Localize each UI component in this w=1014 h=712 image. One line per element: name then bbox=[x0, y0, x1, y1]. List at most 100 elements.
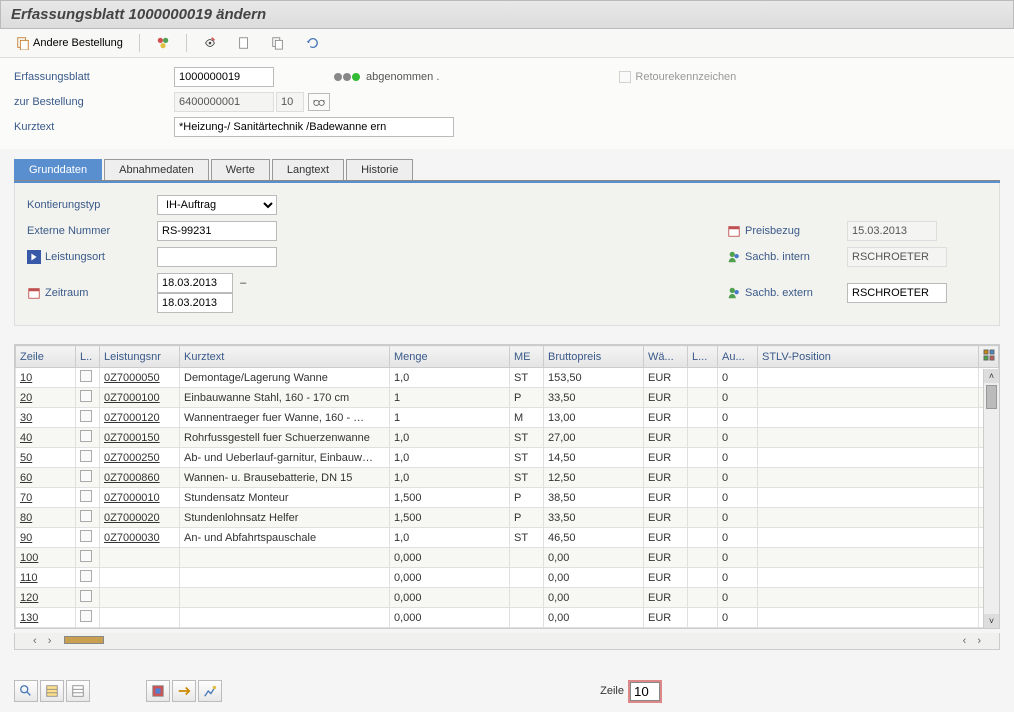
cell-kurztext[interactable]: Demontage/Lagerung Wanne bbox=[180, 368, 390, 388]
zeile-link[interactable]: 130 bbox=[20, 612, 38, 624]
sachb-extern-field[interactable] bbox=[847, 283, 947, 303]
cell-preis[interactable]: 33,50 bbox=[544, 388, 644, 408]
row-checkbox[interactable] bbox=[80, 530, 92, 542]
conditions-button[interactable] bbox=[172, 680, 196, 702]
cell-au[interactable]: 0 bbox=[718, 428, 758, 448]
cell-me[interactable] bbox=[510, 568, 544, 588]
leistungsnr-link[interactable]: 0Z7000010 bbox=[104, 492, 160, 504]
tab-werte[interactable]: Werte bbox=[211, 159, 270, 180]
cell-preis[interactable]: 13,00 bbox=[544, 408, 644, 428]
services-overview-button[interactable] bbox=[146, 680, 170, 702]
cell-l2[interactable] bbox=[688, 428, 718, 448]
cell-au[interactable]: 0 bbox=[718, 388, 758, 408]
cell-me[interactable]: P bbox=[510, 508, 544, 528]
cell-l2[interactable] bbox=[688, 608, 718, 628]
zeile-link[interactable]: 60 bbox=[20, 472, 32, 484]
cell-stlv[interactable] bbox=[758, 508, 979, 528]
cell-menge[interactable]: 1,0 bbox=[390, 368, 510, 388]
cell-me[interactable]: M bbox=[510, 408, 544, 428]
cell-stlv[interactable] bbox=[758, 528, 979, 548]
cell-au[interactable]: 0 bbox=[718, 408, 758, 428]
row-checkbox[interactable] bbox=[80, 590, 92, 602]
cell-preis[interactable]: 0,00 bbox=[544, 608, 644, 628]
cell-menge[interactable]: 1,0 bbox=[390, 528, 510, 548]
scroll-right-icon[interactable]: › bbox=[44, 635, 56, 647]
cell-stlv[interactable] bbox=[758, 388, 979, 408]
deselect-all-button[interactable] bbox=[66, 680, 90, 702]
cell-au[interactable]: 0 bbox=[718, 488, 758, 508]
cell-me[interactable]: ST bbox=[510, 448, 544, 468]
leistungsnr-link[interactable]: 0Z7000860 bbox=[104, 472, 160, 484]
cell-preis[interactable]: 33,50 bbox=[544, 508, 644, 528]
cell-menge[interactable]: 1,0 bbox=[390, 448, 510, 468]
cell-au[interactable]: 0 bbox=[718, 368, 758, 388]
cell-au[interactable]: 0 bbox=[718, 528, 758, 548]
create-icon[interactable] bbox=[231, 33, 257, 53]
graphic-button[interactable] bbox=[198, 680, 222, 702]
col-l[interactable]: L.. bbox=[76, 346, 100, 368]
cell-preis[interactable]: 46,50 bbox=[544, 528, 644, 548]
col-me[interactable]: ME bbox=[510, 346, 544, 368]
cell-me[interactable]: ST bbox=[510, 368, 544, 388]
cell-preis[interactable]: 0,00 bbox=[544, 548, 644, 568]
undo-icon[interactable] bbox=[299, 33, 325, 53]
cell-menge[interactable]: 1,0 bbox=[390, 428, 510, 448]
cell-kurztext[interactable]: An- und Abfahrtspauschale bbox=[180, 528, 390, 548]
cell-l2[interactable] bbox=[688, 508, 718, 528]
table-row[interactable]: 1200,0000,00EUR0 bbox=[16, 588, 999, 608]
cell-kurztext[interactable]: Ab- und Ueberlauf-garnitur, Einbauw… bbox=[180, 448, 390, 468]
cell-me[interactable]: P bbox=[510, 488, 544, 508]
zeile-link[interactable]: 20 bbox=[20, 392, 32, 404]
other-order-button[interactable]: Andere Bestellung bbox=[10, 33, 129, 53]
cell-au[interactable]: 0 bbox=[718, 448, 758, 468]
tab-historie[interactable]: Historie bbox=[346, 159, 413, 180]
col-bruttopreis[interactable]: Bruttopreis bbox=[544, 346, 644, 368]
col-l2[interactable]: L... bbox=[688, 346, 718, 368]
leistungsort-field[interactable] bbox=[157, 247, 277, 267]
scroll-down-icon[interactable]: ˅ bbox=[984, 614, 999, 628]
scroll-up-icon[interactable]: ˄ bbox=[984, 369, 999, 383]
table-row[interactable]: 10 0Z7000050 Demontage/Lagerung Wanne1,0ST… bbox=[16, 368, 999, 388]
leistungsnr-link[interactable]: 0Z7000150 bbox=[104, 432, 160, 444]
cell-l2[interactable] bbox=[688, 388, 718, 408]
row-checkbox[interactable] bbox=[80, 490, 92, 502]
kontierungstyp-select[interactable]: IH-Auftrag bbox=[157, 195, 277, 215]
display-change-icon[interactable] bbox=[197, 33, 223, 53]
scroll-thumb[interactable] bbox=[986, 385, 997, 409]
cell-stlv[interactable] bbox=[758, 488, 979, 508]
cell-au[interactable]: 0 bbox=[718, 508, 758, 528]
tab-abnahmedaten[interactable]: Abnahmedaten bbox=[104, 159, 209, 180]
zeile-link[interactable]: 10 bbox=[20, 372, 32, 384]
leistungsnr-link[interactable]: 0Z7000100 bbox=[104, 392, 160, 404]
table-row[interactable]: 1300,0000,00EUR0 bbox=[16, 608, 999, 628]
zeile-link[interactable]: 120 bbox=[20, 592, 38, 604]
cell-preis[interactable]: 0,00 bbox=[544, 588, 644, 608]
col-menge[interactable]: Menge bbox=[390, 346, 510, 368]
zeile-link[interactable]: 90 bbox=[20, 532, 32, 544]
zeile-link[interactable]: 70 bbox=[20, 492, 32, 504]
find-button[interactable] bbox=[14, 680, 38, 702]
leistungsnr-link[interactable]: 0Z7000250 bbox=[104, 452, 160, 464]
zeitraum-from-field[interactable] bbox=[157, 273, 233, 293]
cell-l2[interactable] bbox=[688, 528, 718, 548]
cell-preis[interactable]: 12,50 bbox=[544, 468, 644, 488]
col-stlv[interactable]: STLV-Position bbox=[758, 346, 979, 368]
cell-stlv[interactable] bbox=[758, 608, 979, 628]
cell-me[interactable]: ST bbox=[510, 428, 544, 448]
cell-me[interactable]: ST bbox=[510, 528, 544, 548]
cell-menge[interactable]: 0,000 bbox=[390, 588, 510, 608]
tab-langtext[interactable]: Langtext bbox=[272, 159, 344, 180]
table-row[interactable]: 300Z7000120Wannentraeger fuer Wanne, 160… bbox=[16, 408, 999, 428]
cell-kurztext[interactable] bbox=[180, 548, 390, 568]
select-all-button[interactable] bbox=[40, 680, 64, 702]
table-row[interactable]: 400Z7000150Rohrfussgestell fuer Schuerze… bbox=[16, 428, 999, 448]
hscroll-thumb[interactable] bbox=[64, 636, 104, 644]
cell-menge[interactable]: 0,000 bbox=[390, 568, 510, 588]
cell-stlv[interactable] bbox=[758, 548, 979, 568]
cell-me[interactable] bbox=[510, 588, 544, 608]
row-checkbox[interactable] bbox=[80, 370, 92, 382]
row-checkbox[interactable] bbox=[80, 450, 92, 462]
leistungsnr-link[interactable]: 0Z7000050 bbox=[104, 372, 160, 384]
scroll-right-end-icon[interactable]: › bbox=[973, 635, 985, 647]
cell-stlv[interactable] bbox=[758, 588, 979, 608]
